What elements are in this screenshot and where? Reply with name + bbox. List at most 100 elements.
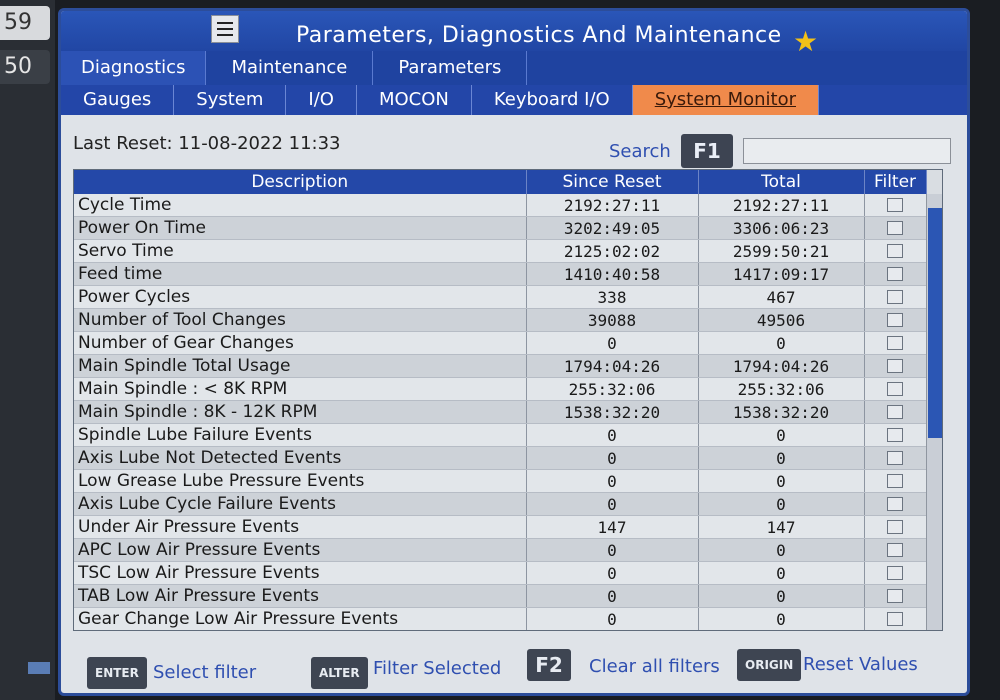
filter-checkbox[interactable] xyxy=(887,221,903,235)
filter-checkbox[interactable] xyxy=(887,198,903,212)
cell-description: Feed time xyxy=(74,262,527,286)
table-row[interactable]: Feed time 1410:40:58 1417:09:17 xyxy=(74,262,927,286)
filter-checkbox[interactable] xyxy=(887,382,903,396)
filter-checkbox[interactable] xyxy=(887,336,903,350)
cell-since-reset: 338 xyxy=(526,285,699,309)
cell-filter xyxy=(864,216,927,240)
table-row[interactable]: Spindle Lube Failure Events 0 0 xyxy=(74,423,927,447)
filter-checkbox[interactable] xyxy=(887,566,903,580)
cell-total: 1794:04:26 xyxy=(698,354,865,378)
cell-total: 0 xyxy=(698,492,865,516)
cell-description: Main Spindle : < 8K RPM xyxy=(74,377,527,401)
filter-checkbox[interactable] xyxy=(887,428,903,442)
reset-values-action[interactable]: Reset Values xyxy=(803,649,918,681)
tab-parameters[interactable]: Parameters xyxy=(373,51,528,85)
tab-maintenance[interactable]: Maintenance xyxy=(206,51,374,85)
cell-filter xyxy=(864,584,927,608)
subtab-gauges[interactable]: Gauges xyxy=(61,85,175,115)
subtab-io[interactable]: I/O xyxy=(286,85,357,115)
filter-checkbox[interactable] xyxy=(887,543,903,557)
cell-filter xyxy=(864,308,927,332)
table-row[interactable]: Gear Change Low Air Pressure Events 0 0 xyxy=(74,607,927,630)
table-row[interactable]: Axis Lube Cycle Failure Events 0 0 xyxy=(74,492,927,516)
filter-checkbox[interactable] xyxy=(887,244,903,258)
filter-checkbox[interactable] xyxy=(887,497,903,511)
table-row[interactable]: Number of Gear Changes 0 0 xyxy=(74,331,927,355)
table-row[interactable]: Servo Time 2125:02:02 2599:50:21 xyxy=(74,239,927,263)
table-row[interactable]: Cycle Time 2192:27:11 2192:27:11 xyxy=(74,194,927,217)
cell-total: 255:32:06 xyxy=(698,377,865,401)
cell-description: Spindle Lube Failure Events xyxy=(74,423,527,447)
select-filter-action[interactable]: Select filter xyxy=(153,657,256,689)
table-scrollbar[interactable] xyxy=(926,194,942,630)
clear-all-filters-action[interactable]: Clear all filters xyxy=(589,651,720,683)
subtab-system[interactable]: System xyxy=(174,85,287,115)
subtab-system-monitor[interactable]: System Monitor xyxy=(632,85,819,115)
table-row[interactable]: Under Air Pressure Events 147 147 xyxy=(74,515,927,539)
table-row[interactable]: Power Cycles 338 467 xyxy=(74,285,927,309)
table-row[interactable]: Low Grease Lube Pressure Events 0 0 xyxy=(74,469,927,493)
cell-since-reset: 1794:04:26 xyxy=(526,354,699,378)
cell-total: 2192:27:11 xyxy=(698,194,865,217)
edge-label-second: 50 xyxy=(0,50,50,84)
table-row[interactable]: TSC Low Air Pressure Events 0 0 xyxy=(74,561,927,585)
f2-key[interactable]: F2 xyxy=(527,649,571,681)
header-description: Description xyxy=(74,170,527,194)
cell-since-reset: 2125:02:02 xyxy=(526,239,699,263)
scrollbar-thumb[interactable] xyxy=(928,208,942,438)
filter-checkbox[interactable] xyxy=(887,267,903,281)
table-row[interactable]: Main Spindle : 8K - 12K RPM 1538:32:20 153… xyxy=(74,400,927,424)
cell-filter xyxy=(864,607,927,630)
enter-key[interactable]: ENTER xyxy=(87,657,147,689)
filter-checkbox[interactable] xyxy=(887,589,903,603)
header-total: Total xyxy=(698,170,865,194)
cell-description: Servo Time xyxy=(74,239,527,263)
cell-since-reset: 1410:40:58 xyxy=(526,262,699,286)
cell-since-reset: 0 xyxy=(526,538,699,562)
filter-checkbox[interactable] xyxy=(887,451,903,465)
filter-checkbox[interactable] xyxy=(887,520,903,534)
alter-key[interactable]: ALTER xyxy=(311,657,368,689)
table-row[interactable]: Main Spindle Total Usage 1794:04:26 1794:0… xyxy=(74,354,927,378)
search-input[interactable] xyxy=(743,138,951,164)
table-row[interactable]: Axis Lube Not Detected Events 0 0 xyxy=(74,446,927,470)
left-edge-strip: 59 50 xyxy=(0,0,55,700)
table-row[interactable]: APC Low Air Pressure Events 0 0 xyxy=(74,538,927,562)
subtab-keyboard-io[interactable]: Keyboard I/O xyxy=(472,85,633,115)
cell-filter xyxy=(864,446,927,470)
last-reset-text: Last Reset: 11-08-2022 11:33 xyxy=(73,133,341,154)
filter-checkbox[interactable] xyxy=(887,313,903,327)
tab-diagnostics[interactable]: Diagnostics xyxy=(61,51,207,85)
cell-since-reset: 3202:49:05 xyxy=(526,216,699,240)
cell-total: 1417:09:17 xyxy=(698,262,865,286)
filter-checkbox[interactable] xyxy=(887,290,903,304)
table-row[interactable]: Number of Tool Changes 39088 49506 xyxy=(74,308,927,332)
cell-filter xyxy=(864,469,927,493)
cell-total: 0 xyxy=(698,561,865,585)
filter-checkbox[interactable] xyxy=(887,474,903,488)
cell-total: 0 xyxy=(698,446,865,470)
cell-total: 0 xyxy=(698,423,865,447)
cell-total: 3306:06:23 xyxy=(698,216,865,240)
cell-description: Low Grease Lube Pressure Events xyxy=(74,469,527,493)
edge-label-top: 59 xyxy=(0,6,50,40)
cell-filter xyxy=(864,492,927,516)
filter-selected-action[interactable]: Filter Selected xyxy=(373,653,501,685)
cell-description: APC Low Air Pressure Events xyxy=(74,538,527,562)
table-row[interactable]: Main Spindle : < 8K RPM 255:32:06 255:32:0… xyxy=(74,377,927,401)
table-row[interactable]: Power On Time 3202:49:05 3306:06:23 xyxy=(74,216,927,240)
hamburger-menu-icon[interactable] xyxy=(211,15,239,43)
cell-total: 0 xyxy=(698,607,865,630)
filter-checkbox[interactable] xyxy=(887,359,903,373)
origin-key[interactable]: ORIGIN xyxy=(737,649,802,681)
cell-total: 467 xyxy=(698,285,865,309)
subtab-mocon[interactable]: MOCON xyxy=(357,85,472,115)
table-row[interactable]: TAB Low Air Pressure Events 0 0 xyxy=(74,584,927,608)
filter-checkbox[interactable] xyxy=(887,405,903,419)
f1-key[interactable]: F1 xyxy=(681,134,733,168)
cell-filter xyxy=(864,423,927,447)
filter-checkbox[interactable] xyxy=(887,612,903,626)
header-since-reset: Since Reset xyxy=(526,170,699,194)
cell-filter xyxy=(864,515,927,539)
cell-since-reset: 0 xyxy=(526,492,699,516)
